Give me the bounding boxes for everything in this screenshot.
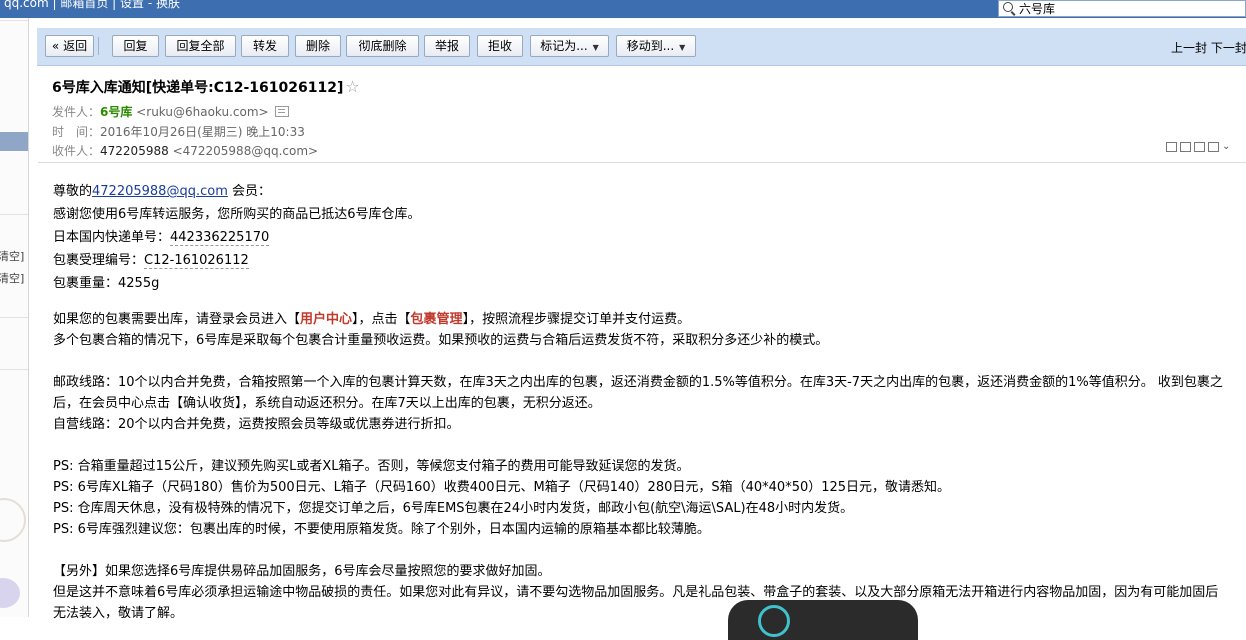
sidebar-item-inbox-selected[interactable]: [0, 132, 28, 151]
sidebar-divider: [0, 214, 28, 215]
outbound-text: 】，按照流程步骤提交订单并支付运费。: [462, 312, 691, 327]
greeting-suffix: 会员：: [227, 184, 271, 199]
search-box[interactable]: [998, 0, 1246, 17]
package-line: 包裹受理编号：C12-161026112: [53, 249, 1233, 272]
ps-note: PS: 仓库周天休息，没有极特殊的情况下，您提交订单之后，6号库EMS包裹在24…: [53, 501, 854, 516]
weight-line: 包裹重量：4255g: [53, 272, 1233, 295]
print-icon[interactable]: [1208, 141, 1219, 152]
outbound-text: 如果您的包裹需要出库，请登录会员进入【: [53, 312, 301, 327]
reinforcement-notice: 【另外】如果您选择6号库提供易碎品加固服务，6号库会尽量按照您的要求做好加固。 …: [53, 561, 1228, 624]
new-window-icon[interactable]: [1166, 141, 1177, 152]
chevron-down-icon[interactable]: ⌄: [1222, 141, 1230, 152]
ps-notes: PS: 合箱重量超过15公斤，建议预先购买L或者XL箱子。否则，等候您支付箱子的…: [53, 456, 1228, 540]
outbound-line: 如果您的包裹需要出库，请登录会员进入【用户中心】，点击【包裹管理】，按照流程步骤…: [53, 309, 1228, 330]
merge-notice: 多个包裹合箱的情况下，6号库是采取每个包裹合计重量预收运费。如果预收的运费与合箱…: [53, 333, 829, 348]
subject-text: 6号库入库通知[快递单号:C12-161026112]: [52, 80, 344, 96]
sender-label: 发件人：: [52, 105, 101, 119]
reply-all-button[interactable]: 回复全部: [165, 35, 236, 57]
recipient-email: <472205988@qq.com>: [172, 144, 319, 158]
extra-note: 但是这并不意味着6号库必须承担运输途中物品破损的责任。如果您对此有异议，请不要勾…: [53, 585, 1219, 621]
back-button[interactable]: « 返回: [45, 35, 94, 57]
recipient-label: 收件人：: [52, 144, 101, 158]
weight-label: 包裹重量：: [53, 276, 119, 291]
tracking-number: 442336225170: [170, 230, 270, 246]
member-email-link[interactable]: 472205988@qq.com: [92, 184, 228, 199]
folder-sidebar: 清空] 清空]: [0, 18, 29, 617]
sidebar-divider: [0, 369, 28, 370]
greeting-line: 尊敬的472205988@qq.com 会员：: [53, 180, 1233, 203]
decorative-cloud: [0, 578, 20, 608]
shipping-routes: 邮政线路：10个以内合并免费，合箱按照第一个入库的包裹计算天数，在库3天之内出库…: [53, 372, 1228, 435]
move-to-label: 移动到...: [626, 39, 675, 53]
star-icon[interactable]: ☆: [345, 77, 359, 96]
top-bar: qq.com | 邮箱首页 | 设置 - 换肤: [0, 0, 1246, 18]
sender-email: <ruku@6haoku.com>: [136, 105, 269, 119]
package-label: 包裹受理编号：: [53, 253, 145, 268]
recipient-name[interactable]: 472205988: [100, 144, 169, 158]
outbound-text: 】，点击【: [352, 312, 411, 327]
time-value: 2016年10月26日(星期三) 晚上10:33: [100, 125, 305, 139]
toolbar-separator: [98, 37, 99, 55]
mark-as-label: 标记为...: [540, 39, 588, 53]
reject-button[interactable]: 拒收: [477, 35, 523, 57]
forward-button[interactable]: 转发: [241, 35, 289, 57]
recipient-row: 收件人：472205988 <472205988@qq.com>: [52, 142, 318, 159]
search-icon[interactable]: [1003, 2, 1013, 12]
reply-button[interactable]: 回复: [112, 35, 159, 57]
greeting-prefix: 尊敬的: [53, 184, 93, 199]
user-center-link[interactable]: 用户中心: [300, 312, 352, 327]
chevron-down-icon: ▼: [679, 43, 686, 52]
time-label: 时 间：: [52, 125, 101, 139]
chevron-down-icon: ▼: [592, 43, 599, 52]
sidebar-divider: [0, 317, 28, 318]
weight-value: 4255g: [118, 276, 160, 291]
ps-note: PS: 合箱重量超过15公斤，建议预先购买L或者XL箱子。否则，等候您支付箱子的…: [53, 459, 690, 474]
sidebar-divider: [0, 20, 28, 21]
tracking-label: 日本国内快递单号：: [53, 230, 171, 245]
package-management-link[interactable]: 包裹管理: [411, 312, 463, 327]
ps-note: PS: 6号库强烈建议您：包裹出库的时候，不要使用原箱发货。除了个别外，日本国内…: [53, 522, 710, 537]
top-bar-text: qq.com | 邮箱首页 | 设置 - 换肤: [4, 0, 180, 10]
outbound-instructions: 如果您的包裹需要出库，请登录会员进入【用户中心】，点击【包裹管理】，按照流程步骤…: [53, 309, 1228, 351]
sidebar-clear-link[interactable]: 清空]: [0, 248, 24, 264]
sender-row: 发件人：6号库 <ruku@6haoku.com>: [52, 103, 289, 120]
mail-subject: 6号库入库通知[快递单号:C12-161026112] ☆: [52, 77, 360, 97]
extra-note: 【另外】如果您选择6号库提供易碎品加固服务，6号库会尽量按照您的要求做好加固。: [53, 564, 551, 579]
mail-tools: ⌄: [1166, 139, 1233, 154]
arrival-notice: 感谢您使用6号库转运服务，您所购买的商品已抵达6号库仓库。: [53, 207, 421, 222]
time-row: 时 间：2016年10月26日(星期三) 晚上10:33: [52, 123, 305, 140]
contact-card-icon[interactable]: [274, 106, 289, 117]
prev-next-links[interactable]: 上一封 下一封: [1171, 39, 1246, 56]
postal-route-text: 邮政线路：10个以内合并免费，合箱按照第一个入库的包裹计算天数，在库3天之内出库…: [53, 375, 1223, 411]
mail-toolbar: « 返回 回复 回复全部 转发 删除 彻底删除 举报 拒收 标记为... ▼ 移动…: [37, 28, 1246, 66]
mark-as-dropdown[interactable]: 标记为... ▼: [530, 35, 609, 57]
note-icon[interactable]: [1180, 141, 1191, 152]
package-number: C12-161026112: [144, 253, 249, 269]
decorative-circle: [0, 498, 26, 542]
archive-icon[interactable]: [1194, 141, 1205, 152]
header-divider: [38, 162, 1246, 163]
delete-button[interactable]: 删除: [295, 35, 341, 57]
move-to-dropdown[interactable]: 移动到... ▼: [616, 35, 696, 57]
search-input[interactable]: [1019, 1, 1239, 16]
own-route-text: 自营线路：20个以内合并免费，运费按照会员等级或优惠券进行折扣。: [53, 417, 460, 432]
mail-body: 尊敬的472205988@qq.com 会员： 感谢您使用6号库转运服务，您所购…: [53, 180, 1233, 621]
floating-widget[interactable]: [728, 600, 918, 640]
ps-note: PS: 6号库XL箱子（尺码180）售价为500日元、L箱子（尺码160）收费4…: [53, 480, 951, 495]
delete-permanently-button[interactable]: 彻底删除: [346, 35, 419, 57]
sender-name[interactable]: 6号库: [100, 105, 132, 119]
sidebar-clear-link[interactable]: 清空]: [0, 270, 24, 286]
report-button[interactable]: 举报: [424, 35, 470, 57]
tracking-line: 日本国内快递单号：442336225170: [53, 226, 1233, 249]
